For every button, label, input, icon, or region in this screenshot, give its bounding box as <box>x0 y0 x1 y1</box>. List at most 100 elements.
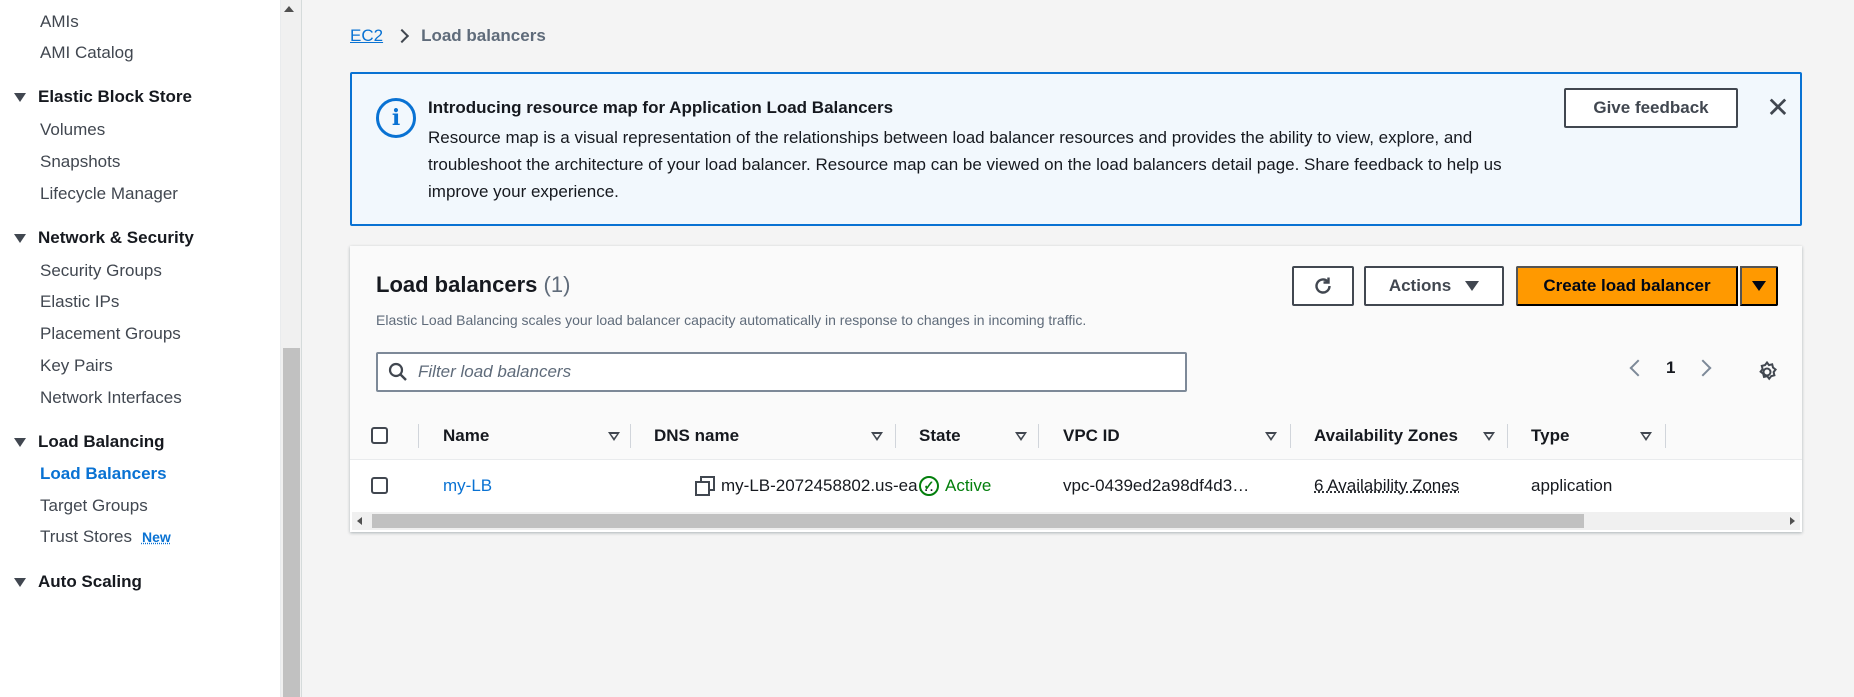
sidebar-item-load-balancers[interactable]: Load Balancers <box>40 464 167 484</box>
column-divider <box>418 424 419 448</box>
page: AMIs AMI Catalog Elastic Block Store Vol… <box>0 0 1854 697</box>
table-row[interactable]: my-LB my-LB-2072458802.us-ea… ✓ Active vp… <box>350 460 1802 512</box>
column-divider <box>1038 424 1039 448</box>
sidebar-divider <box>301 0 302 697</box>
refresh-icon <box>1315 277 1331 294</box>
caret-down-icon <box>14 437 26 447</box>
give-feedback-button[interactable]: Give feedback <box>1564 88 1738 128</box>
next-page-icon[interactable] <box>1694 359 1712 377</box>
sidebar-item-snapshots[interactable]: Snapshots <box>40 152 120 172</box>
table-horizontal-scrollbar[interactable] <box>352 512 1800 530</box>
actions-dropdown-button[interactable]: Actions <box>1364 266 1504 306</box>
scroll-up-icon[interactable] <box>284 6 294 12</box>
sidebar-item-placement-groups[interactable]: Placement Groups <box>40 324 181 344</box>
sidebar-item-key-pairs[interactable]: Key Pairs <box>40 356 113 376</box>
availability-zones-popover[interactable]: 6 Availability Zones <box>1314 476 1459 496</box>
sidebar-section-label: Load Balancing <box>38 432 165 451</box>
sidebar-item-volumes[interactable]: Volumes <box>40 120 105 140</box>
sidebar-section-load-balancing[interactable]: Load Balancing <box>14 432 165 452</box>
caret-down-icon <box>1465 281 1480 291</box>
panel-title: Load balancers (1) <box>376 272 570 298</box>
sidebar-section-auto-scaling[interactable]: Auto Scaling <box>14 572 142 592</box>
state-cell: ✓ Active <box>919 476 991 496</box>
create-load-balancer-button[interactable]: Create load balancer <box>1516 266 1738 306</box>
scroll-right-icon[interactable] <box>1790 517 1795 525</box>
sidebar-section-elastic-block-store[interactable]: Elastic Block Store <box>14 87 192 107</box>
sidebar-scrollbar-thumb[interactable] <box>283 348 300 697</box>
sidebar-nav: AMIs AMI Catalog Elastic Block Store Vol… <box>0 0 280 697</box>
dns-name-cell: my-LB-2072458802.us-ea… <box>695 476 935 496</box>
create-load-balancer-dropdown[interactable] <box>1740 266 1778 306</box>
sidebar-item-elastic-ips[interactable]: Elastic IPs <box>40 292 119 312</box>
load-balancer-name-link[interactable]: my-LB <box>443 476 492 496</box>
type-cell: application <box>1531 476 1613 495</box>
sort-icon[interactable] <box>1015 432 1027 441</box>
sidebar-item-network-interfaces[interactable]: Network Interfaces <box>40 388 182 408</box>
filter-placeholder: Filter load balancers <box>418 362 572 381</box>
info-icon: i <box>376 98 416 138</box>
column-header-dns-name[interactable]: DNS name <box>654 426 739 446</box>
banner-title: Introducing resource map for Application… <box>428 98 894 117</box>
chevron-right-icon <box>395 28 410 44</box>
current-page[interactable]: 1 <box>1666 358 1675 378</box>
column-header-state[interactable]: State <box>919 426 961 446</box>
sort-icon[interactable] <box>1265 432 1277 441</box>
load-balancers-table-container: Load balancers (1) Elastic Load Balancin… <box>350 246 1802 532</box>
caret-down-icon <box>14 92 26 102</box>
sidebar-item-label: Trust Stores <box>40 527 132 546</box>
breadcrumb: EC2 Load balancers <box>350 26 546 46</box>
previous-page-icon[interactable] <box>1629 359 1647 377</box>
banner-body: Resource map is a visual representation … <box>428 128 1502 201</box>
search-icon <box>388 362 407 381</box>
filter-load-balancers-input[interactable]: Filter load balancers <box>376 352 1187 392</box>
column-header-name[interactable]: Name <box>443 426 489 446</box>
sidebar-section-label: Elastic Block Store <box>38 87 193 106</box>
breadcrumb-current: Load balancers <box>421 26 546 45</box>
panel-count: (1) <box>543 272 571 297</box>
column-header-availability-zones[interactable]: Availability Zones <box>1314 426 1458 446</box>
pagination: 1 <box>1629 358 1712 378</box>
horizontal-scrollbar-thumb[interactable] <box>372 514 1584 528</box>
copy-icon[interactable] <box>695 476 715 496</box>
scroll-left-icon[interactable] <box>357 517 362 525</box>
vpc-id-cell: vpc-0439ed2a98df4d3… <box>1063 476 1250 495</box>
sort-icon[interactable] <box>1483 432 1495 441</box>
sidebar-item-trust-stores[interactable]: Trust Stores New <box>40 527 171 547</box>
panel-title-text: Load balancers <box>376 272 538 297</box>
panel-description: Elastic Load Balancing scales your load … <box>376 312 1087 328</box>
column-divider <box>1507 424 1508 448</box>
select-all-checkbox[interactable] <box>371 427 388 444</box>
column-divider <box>895 424 896 448</box>
info-banner: i Introducing resource map for Applicati… <box>350 72 1802 226</box>
breadcrumb-ec2-link[interactable]: EC2 <box>350 26 383 46</box>
sidebar-item-lifecycle-manager[interactable]: Lifecycle Manager <box>40 184 178 204</box>
new-badge: New <box>141 529 171 545</box>
sidebar-section-label: Auto Scaling <box>38 572 142 591</box>
caret-down-icon <box>14 577 26 587</box>
check-circle-icon: ✓ <box>919 476 939 496</box>
state-text: Active <box>945 476 992 495</box>
dns-name-text: my-LB-2072458802.us-ea… <box>721 476 935 495</box>
actions-label: Actions <box>1388 276 1452 295</box>
row-select-checkbox[interactable] <box>371 477 388 494</box>
close-icon[interactable]: ✕ <box>1764 94 1792 122</box>
sort-icon[interactable] <box>1640 432 1652 441</box>
sort-icon[interactable] <box>871 432 883 441</box>
sidebar-section-network-security[interactable]: Network & Security <box>14 228 194 248</box>
sort-icon[interactable] <box>608 432 620 441</box>
table-header-row: Name DNS name State VPC ID Availability … <box>350 412 1802 460</box>
sidebar-item-security-groups[interactable]: Security Groups <box>40 261 162 281</box>
refresh-button[interactable] <box>1292 266 1354 306</box>
gear-icon[interactable] <box>1755 360 1779 384</box>
column-divider <box>1290 424 1291 448</box>
column-divider <box>1665 424 1666 448</box>
sidebar-item-target-groups[interactable]: Target Groups <box>40 496 148 516</box>
column-header-type[interactable]: Type <box>1531 426 1569 446</box>
caret-down-icon <box>1752 281 1766 291</box>
caret-down-icon <box>14 233 26 243</box>
column-header-vpc-id[interactable]: VPC ID <box>1063 426 1120 446</box>
sidebar-item-amis[interactable]: AMIs <box>40 12 79 32</box>
column-divider <box>630 424 631 448</box>
sidebar-item-ami-catalog[interactable]: AMI Catalog <box>40 43 134 63</box>
sidebar-section-label: Network & Security <box>38 228 194 247</box>
